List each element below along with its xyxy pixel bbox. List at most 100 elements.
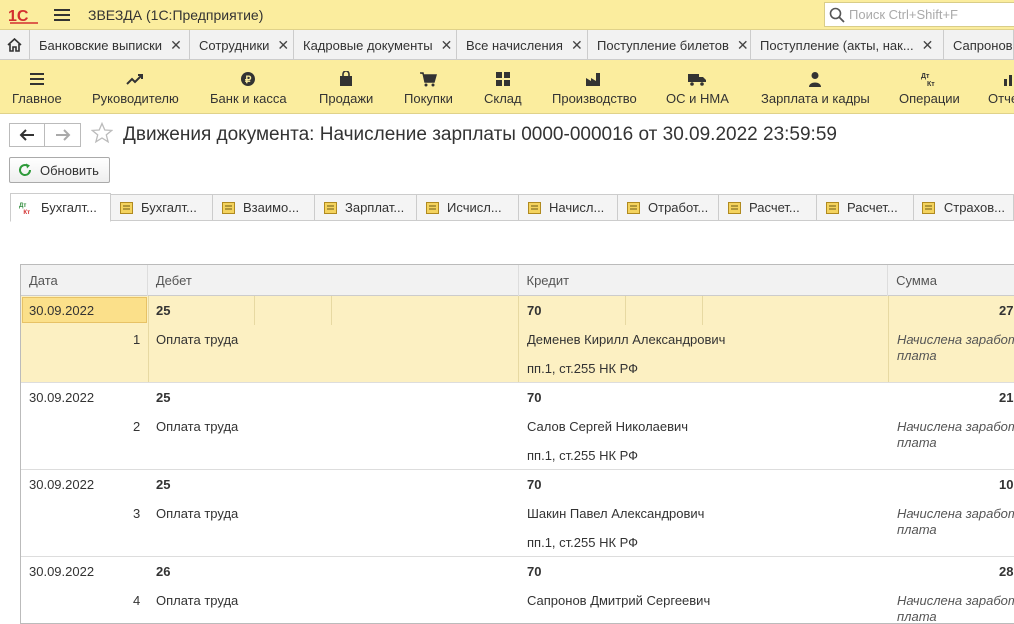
bag-icon [339, 69, 353, 89]
section-label: Склад [484, 90, 522, 106]
section-label: Производство [552, 90, 637, 106]
register-tab-label: Бухгалт... [141, 200, 197, 215]
register-tab[interactable]: Дт Кт Бухгалт... [10, 193, 111, 222]
open-tab[interactable]: Сапронов [944, 30, 1014, 59]
refresh-button[interactable]: Обновить [9, 157, 110, 183]
debit-account: 25 [156, 303, 171, 318]
section-menu[interactable]: Главное [4, 60, 70, 113]
open-tab[interactable]: Все начисления ✕ [457, 30, 588, 59]
refresh-icon [19, 163, 32, 176]
register-tab[interactable]: Зарплат... [315, 194, 417, 221]
close-tab-icon[interactable]: ✕ [277, 37, 289, 54]
column-header-amount[interactable]: Сумма [888, 265, 1014, 296]
factory-icon [585, 69, 603, 89]
column-header-date[interactable]: Дата [21, 265, 148, 296]
movements-table[interactable]: Дата Дебет Кредит Сумма 30.09.2022 1 25 Опл… [20, 264, 1014, 624]
register-icon [323, 201, 337, 214]
content-line-2: плата [897, 522, 937, 537]
column-header-debit[interactable]: Дебет [148, 265, 519, 296]
open-tab-label: Банковские выписки [39, 37, 163, 53]
register-tab-label: Отработ... [648, 200, 709, 215]
section-trend[interactable]: Руководителю [84, 60, 187, 113]
person-icon [808, 69, 822, 89]
close-tab-icon[interactable]: ✕ [441, 37, 453, 54]
open-tab[interactable]: Поступление (акты, нак... ✕ [751, 30, 944, 59]
table-row[interactable]: 30.09.2022 2 25 Оплата труда 70 Салов Сергей … [21, 383, 1014, 470]
section-label: Руководителю [92, 90, 179, 106]
open-tab[interactable]: Поступление билетов ✕ [588, 30, 751, 59]
favorite-star-icon[interactable] [90, 121, 114, 147]
register-icon [119, 201, 133, 214]
coin-icon: ₽ [240, 69, 256, 89]
register-tab[interactable]: Начисл... [519, 194, 618, 221]
close-tab-icon[interactable]: ✕ [922, 37, 934, 54]
section-report[interactable]: Отчеты [980, 60, 1014, 113]
section-cart[interactable]: Покупки [396, 60, 461, 113]
debit-subconto: Оплата труда [156, 419, 239, 434]
content-line-1: Начислена заработ [897, 593, 1014, 608]
arrow-left-icon [19, 128, 34, 141]
table-row[interactable]: 30.09.2022 3 25 Оплата труда 70 Шакин Павел А… [21, 470, 1014, 557]
credit-article: пп.1, ст.255 НК РФ [527, 535, 639, 550]
svg-text:1С: 1С [8, 8, 29, 24]
open-tab[interactable]: Кадровые документы ✕ [294, 30, 457, 59]
close-tab-icon[interactable]: ✕ [737, 37, 749, 54]
register-tab-label: Расчет... [749, 200, 800, 215]
table-row[interactable]: 30.09.2022 1 25 Оплата труда 70 Деменев Кирил… [21, 296, 1014, 383]
section-label: Отчеты [988, 90, 1014, 106]
row-number: 1 [133, 332, 141, 347]
register-icon [922, 201, 936, 214]
svg-text:Кт: Кт [23, 209, 30, 216]
section-label: Главное [12, 90, 62, 106]
section-factory[interactable]: Производство [544, 60, 645, 113]
forward-button[interactable] [45, 122, 81, 147]
credit-account: 70 [527, 390, 542, 405]
content-line-2: плата [897, 609, 937, 624]
table-header: Дата Дебет Кредит Сумма [21, 265, 1014, 296]
section-person[interactable]: Зарплата и кадры [753, 60, 878, 113]
close-tab-icon[interactable]: ✕ [571, 37, 583, 54]
row-number: 2 [133, 419, 141, 434]
open-tab[interactable]: Сотрудники ✕ [190, 30, 294, 59]
register-tab[interactable]: Взаимо... [213, 194, 315, 221]
section-truck[interactable]: ОС и НМА [658, 60, 737, 113]
register-tab[interactable]: Расчет... [719, 194, 817, 221]
register-tab[interactable]: Расчет... [817, 194, 914, 221]
table-row[interactable]: 30.09.2022 4 26 Оплата труда 70 Сапронов Дмит… [21, 557, 1014, 624]
1c-logo[interactable]: 1С [8, 4, 42, 26]
register-tab[interactable]: Бухгалт... [111, 194, 213, 221]
open-tab-label: Все начисления [466, 37, 563, 53]
row-date: 30.09.2022 [29, 564, 95, 579]
row-number: 4 [133, 593, 141, 608]
register-icon [626, 201, 640, 214]
debit-subconto: Оплата труда [156, 506, 239, 521]
register-tab-label: Страхов... [943, 200, 1005, 215]
column-header-credit[interactable]: Кредит [519, 265, 889, 296]
open-tab-label: Сотрудники [199, 37, 270, 53]
search-input[interactable]: Поиск Ctrl+Shift+F [824, 2, 1014, 27]
svg-text:Дт: Дт [921, 73, 930, 80]
open-tab-label: Поступление билетов [597, 37, 729, 53]
amount: 28 [999, 564, 1014, 579]
back-button[interactable] [9, 122, 45, 147]
section-bag[interactable]: Продажи [311, 60, 381, 113]
section-label: ОС и НМА [666, 90, 729, 106]
section-coin[interactable]: ₽ Банк и касса [202, 60, 295, 113]
app-title: ЗВЕЗДА (1С:Предприятие) [88, 6, 264, 23]
main-menu-icon[interactable] [54, 8, 70, 21]
register-tab[interactable]: Отработ... [618, 194, 719, 221]
open-tab-label: Поступление (акты, нак... [760, 37, 914, 53]
home-icon [7, 38, 22, 52]
warehouse-icon [495, 69, 511, 89]
section-label: Банк и касса [210, 90, 287, 106]
open-tab[interactable]: Банковские выписки ✕ [30, 30, 190, 59]
section-warehouse[interactable]: Склад [476, 60, 530, 113]
register-tab[interactable]: Страхов... [914, 194, 1014, 221]
search-placeholder: Поиск Ctrl+Shift+F [849, 7, 958, 22]
register-tab[interactable]: Исчисл... [417, 194, 519, 221]
close-tab-icon[interactable]: ✕ [170, 37, 182, 54]
section-dt-kt[interactable]: Дт Кт Операции [891, 60, 968, 113]
open-tab-label: Сапронов [953, 37, 1013, 53]
home-button[interactable] [0, 30, 30, 59]
credit-account: 70 [527, 303, 542, 318]
